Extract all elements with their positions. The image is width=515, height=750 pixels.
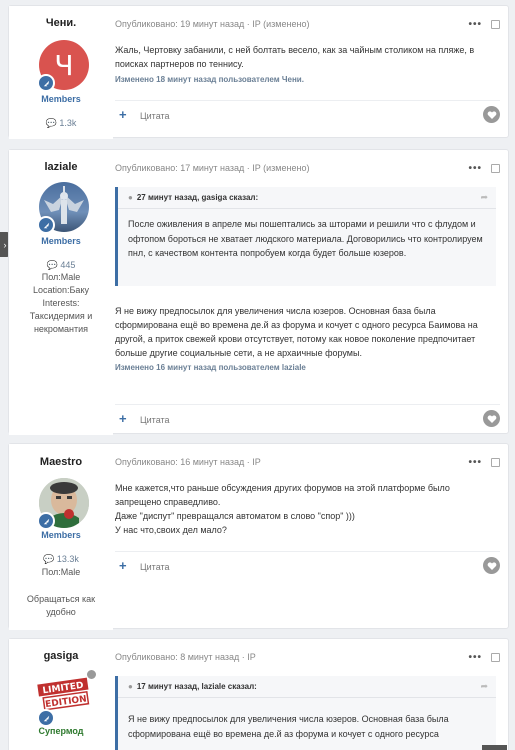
heart-icon[interactable] [483,557,500,574]
post-content: Мне кажется,что раньше обсуждения других… [115,481,490,537]
scroll-indicator[interactable] [482,745,507,750]
ellipsis-icon[interactable]: ••• [468,457,482,468]
post: Чени. Ч Members 💬 1.3k Опубликовано: 19 … [8,5,509,139]
post-meta: Опубликовано: 17 минут назад · IP (измен… [115,163,500,174]
avatar[interactable]: Ч [37,40,89,92]
edited-note: Изменено 18 минут назад пользователем Че… [115,75,304,84]
moderator-badge-icon [86,669,97,680]
post-content: Жаль, Чертовку забанили, с ней болтать в… [115,43,490,87]
gender-field: Пол:Male [41,567,81,577]
ellipsis-icon[interactable]: ••• [468,19,482,30]
plus-icon[interactable]: + [119,559,127,572]
quote-button[interactable]: Цитата [140,111,170,121]
comment-icon: 💬 [46,260,58,270]
member-group: Members [41,236,81,246]
avatar[interactable] [37,182,89,234]
member-group: Members [41,530,81,540]
post-footer: + Цитата [115,551,500,581]
select-checkbox[interactable] [491,20,500,29]
select-checkbox[interactable] [491,653,500,662]
post: Maestro Members 💬 13.3k Пол:Male Обращат… [8,443,509,630]
quote-text: Я не вижу предпосылок для увеличения чис… [128,714,449,739]
select-checkbox[interactable] [491,164,500,173]
share-icon[interactable]: ➦ [480,192,488,203]
post-meta: Опубликовано: 8 минут назад · IP ••• [115,652,500,663]
edited-note: Изменено 16 минут назад пользователем la… [115,363,306,372]
quote-button[interactable]: Цитата [140,415,170,425]
post: laziale Members 💬 445 Пол:Male Location:… [8,149,509,435]
post-text: Жаль, Чертовку забанили, с ней болтать в… [115,45,475,69]
share-icon[interactable]: ➦ [480,681,488,692]
quote-text: После оживления в апреле мы пошептались … [128,219,483,258]
quote-icon: ● [128,193,133,202]
ellipsis-icon[interactable]: ••• [468,652,482,663]
gender-field: Пол:Male [41,272,81,282]
quote-block: ● 27 минут назад, gasiga сказал: ➦ После … [115,187,496,286]
post-text-line: Мне кажется,что раньше обсуждения других… [115,483,450,507]
location-field: Location:Баку [33,285,89,295]
member-group: Супермод [38,726,84,736]
post-count: 💬 1.3k [45,118,77,128]
author-panel: Maestro Members 💬 13.3k Пол:Male Обращат… [9,444,113,630]
post-meta: Опубликовано: 16 минут назад · IP ••• [115,457,500,468]
select-checkbox[interactable] [491,458,500,467]
author-name[interactable]: Maestro [9,456,113,468]
comment-icon: 💬 [43,554,55,564]
edit-history-link[interactable]: (изменено) [263,163,309,173]
avatar[interactable]: LIMITED EDITION [37,669,97,727]
member-group: Members [41,94,81,104]
post: gasiga LIMITED EDITION Супермод Опублико… [8,638,509,750]
author-name[interactable]: laziale [9,161,113,173]
interests-value: Таксидермия и некромантия [29,311,93,334]
quote-header: ● 17 минут назад, laziale сказал: [118,676,496,698]
quote-button[interactable]: Цитата [140,562,170,572]
heart-icon[interactable] [483,410,500,427]
post-text-line: Даже "диспут" превращался автоматом в сл… [115,511,355,521]
heart-icon[interactable] [483,106,500,123]
author-name[interactable]: Чени. [9,17,113,29]
rocket-icon [37,709,55,727]
edit-history-link[interactable]: (изменено) [263,19,309,29]
avatar[interactable] [37,478,89,530]
quote-header: ● 27 минут назад, gasiga сказал: [118,187,496,209]
post-footer: + Цитата [115,404,500,434]
quote-block: ● 17 минут назад, laziale сказал: ➦ Я не … [115,676,496,750]
post-text: Я не вижу предпосылок для увеличения чис… [115,306,478,358]
ellipsis-icon[interactable]: ••• [468,163,482,174]
status-field: Обращаться как удобно [26,594,96,617]
comment-icon: 💬 [45,118,57,128]
interests-label: Interests: [42,298,80,308]
rocket-icon [37,512,55,530]
author-panel: laziale Members 💬 445 Пол:Male Location:… [9,150,113,435]
author-panel: Чени. Ч Members 💬 1.3k [9,6,113,139]
post-content: Я не вижу предпосылок для увеличения чис… [115,304,490,375]
post-meta: Опубликовано: 19 минут назад · IP (измен… [115,19,500,30]
author-name[interactable]: gasiga [9,650,113,662]
rocket-icon [37,74,55,92]
post-text-line: У нас что,своих дел мало? [115,525,227,535]
post-footer: + Цитата [115,100,500,130]
avatar-letter: Ч [54,48,74,82]
rocket-icon [37,216,55,234]
post-count: 💬 13.3k [43,554,79,564]
quote-icon: ● [128,682,133,691]
plus-icon[interactable]: + [119,108,127,121]
plus-icon[interactable]: + [119,412,127,425]
author-panel: gasiga LIMITED EDITION Супермод [9,639,113,750]
